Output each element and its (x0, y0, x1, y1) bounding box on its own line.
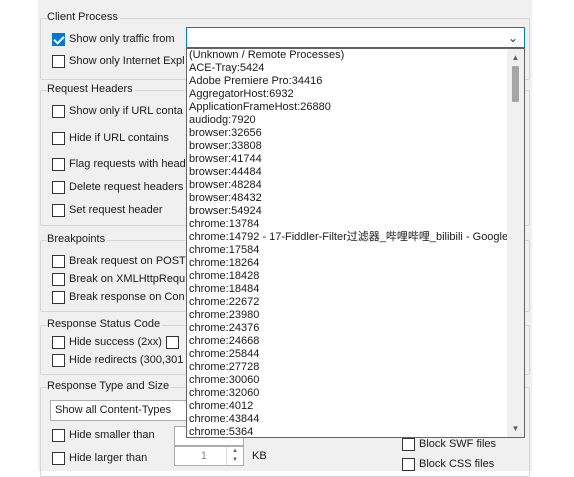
process-option[interactable]: browser:48432 (187, 192, 507, 205)
block-swf-label: Block SWF files (419, 438, 497, 450)
checkbox-checked-icon (52, 32, 65, 46)
process-option[interactable]: chrome:43844 (187, 413, 507, 426)
checkbox-icon (52, 335, 65, 349)
show-only-if-url-label: Show only if URL conta (69, 105, 183, 117)
set-request-header-label: Set request header (69, 204, 163, 216)
checkbox-icon (52, 180, 65, 194)
process-option[interactable]: chrome:24668 (187, 335, 507, 348)
hide-if-url-checkbox[interactable]: Hide if URL contains (52, 130, 169, 146)
process-combo[interactable]: ⌄ (186, 27, 525, 48)
hide-success-checkbox[interactable]: Hide success (2xx) (52, 334, 183, 350)
show-only-traffic-from-label: Show only traffic from (69, 33, 175, 45)
hide-larger-checkbox[interactable]: Hide larger than (52, 450, 147, 466)
breakpoints-legend: Breakpoints (47, 233, 108, 246)
process-option[interactable]: chrome:13784 (187, 218, 507, 231)
kb-unit-label: KB (252, 450, 267, 462)
show-only-ie-label: Show only Internet Expl (69, 55, 185, 67)
process-option[interactable]: ApplicationFrameHost:26880 (187, 101, 507, 114)
process-option[interactable]: chrome:30060 (187, 374, 507, 387)
checkbox-icon (52, 272, 65, 286)
hide-redirects-label: Hide redirects (300,301 (69, 354, 184, 366)
show-only-if-url-checkbox[interactable]: Show only if URL conta (52, 103, 183, 119)
hide-larger-label: Hide larger than (69, 452, 148, 464)
process-option[interactable]: browser:48284 (187, 179, 507, 192)
flag-requests-checkbox[interactable]: Flag requests with head (52, 156, 186, 172)
hide-larger-value: 1 (200, 450, 207, 462)
checkbox-icon (52, 54, 65, 68)
process-option[interactable]: chrome:5364 (187, 426, 507, 437)
spin-up-icon[interactable]: ▲ (227, 447, 243, 456)
checkbox-icon (52, 104, 65, 118)
client-process-legend: Client Process (47, 11, 120, 24)
process-option[interactable]: chrome:18264 (187, 257, 507, 270)
break-response-label: Break response on Con (69, 291, 185, 303)
checkbox-icon (402, 457, 415, 471)
break-response-checkbox[interactable]: Break response on Con (52, 289, 185, 305)
hide-if-url-label: Hide if URL contains (69, 132, 169, 144)
request-headers-legend: Request Headers (47, 83, 135, 96)
process-option[interactable]: browser:54924 (187, 205, 507, 218)
checkbox-icon (52, 428, 65, 442)
process-option[interactable]: chrome:18428 (187, 270, 507, 283)
scroll-down-icon[interactable]: ▼ (507, 420, 524, 437)
block-swf-checkbox[interactable]: Block SWF files (402, 436, 496, 452)
process-option[interactable]: chrome:18484 (187, 283, 507, 296)
break-post-label: Break request on POST (69, 255, 186, 267)
checkbox-icon[interactable] (165, 335, 179, 349)
block-css-label: Block CSS files (419, 458, 495, 470)
chevron-down-icon[interactable]: ⌄ (508, 31, 518, 45)
delete-request-headers-label: Delete request headers (69, 181, 184, 193)
process-option[interactable]: Adobe Premiere Pro:34416 (187, 75, 507, 88)
dropdown-scrollbar[interactable]: ▲ ▼ (507, 49, 524, 437)
set-request-header-checkbox[interactable]: Set request header (52, 202, 163, 218)
process-option[interactable]: browser:44484 (187, 166, 507, 179)
process-list: (Unknown / Remote Processes) ACE-Tray:542… (187, 49, 508, 437)
checkbox-icon (52, 203, 65, 217)
hide-smaller-label: Hide smaller than (69, 429, 155, 441)
checkbox-icon (402, 437, 415, 451)
response-status-legend: Response Status Code (47, 318, 163, 331)
process-option[interactable]: chrome:25844 (187, 348, 507, 361)
process-dropdown-list[interactable]: (Unknown / Remote Processes) ACE-Tray:542… (186, 48, 525, 438)
spin-down-icon[interactable]: ▼ (227, 456, 243, 465)
process-option[interactable]: browser:33808 (187, 140, 507, 153)
process-option[interactable]: chrome:32060 (187, 387, 507, 400)
hide-success-label: Hide success (2xx) (69, 336, 162, 348)
process-option[interactable]: chrome:22672 (187, 296, 507, 309)
process-option[interactable]: chrome:24376 (187, 322, 507, 335)
process-option[interactable]: browser:32656 (187, 127, 507, 140)
checkbox-icon (52, 451, 65, 465)
scroll-up-icon[interactable]: ▲ (507, 49, 524, 66)
checkbox-icon (52, 353, 65, 367)
show-only-ie-checkbox[interactable]: Show only Internet Expl (52, 53, 185, 69)
process-option[interactable]: chrome:23980 (187, 309, 507, 322)
delete-request-headers-checkbox[interactable]: Delete request headers (52, 179, 183, 195)
process-option[interactable]: browser:41744 (187, 153, 507, 166)
response-type-legend: Response Type and Size (47, 380, 172, 393)
checkbox-icon (52, 131, 65, 145)
hide-redirects-checkbox[interactable]: Hide redirects (300,301 (52, 352, 183, 368)
process-option[interactable]: AggregatorHost:6932 (187, 88, 507, 101)
process-option[interactable]: chrome:17584 (187, 244, 507, 257)
checkbox-icon (52, 157, 65, 171)
checkbox-icon (52, 290, 65, 304)
spinner-buttons[interactable]: ▲ ▼ (226, 447, 243, 465)
break-post-checkbox[interactable]: Break request on POST (52, 253, 186, 269)
process-option[interactable]: ACE-Tray:5424 (187, 62, 507, 75)
checkbox-icon (52, 254, 65, 268)
break-xhr-label: Break on XMLHttpRequ (69, 273, 186, 285)
break-xhr-checkbox[interactable]: Break on XMLHttpRequ (52, 271, 185, 287)
process-option[interactable]: audiodg:7920 (187, 114, 507, 127)
content-type-selected: Show all Content-Types (55, 404, 172, 416)
show-only-traffic-from-checkbox[interactable]: Show only traffic from (52, 31, 175, 47)
scroll-thumb[interactable] (512, 66, 519, 102)
process-option[interactable]: (Unknown / Remote Processes) (187, 49, 507, 62)
process-option[interactable]: chrome:27728 (187, 361, 507, 374)
process-option[interactable]: chrome:14792 - 17-Fiddler-Filter过滤器_哔哩哔哩… (187, 231, 508, 244)
hide-smaller-checkbox[interactable]: Hide smaller than (52, 427, 155, 443)
hide-larger-spinner[interactable]: 1 ▲ ▼ (174, 446, 244, 466)
process-option[interactable]: chrome:4012 (187, 400, 507, 413)
block-css-checkbox[interactable]: Block CSS files (402, 456, 494, 472)
flag-requests-label: Flag requests with head (69, 158, 186, 170)
